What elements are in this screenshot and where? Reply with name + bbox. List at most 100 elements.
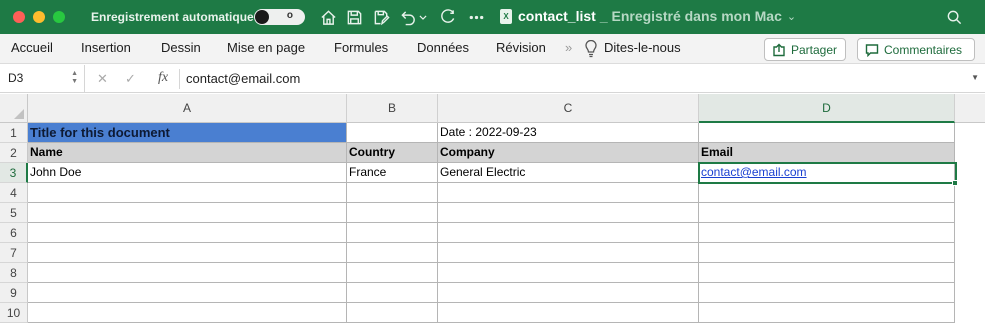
cancel-icon[interactable]: ✕ <box>97 71 108 87</box>
tab-formules[interactable]: Formules <box>334 40 388 55</box>
undo-dropdown-icon[interactable] <box>416 7 430 27</box>
row-header-9[interactable]: 9 <box>0 283 28 303</box>
column-header-e[interactable] <box>955 94 985 123</box>
cell-b8[interactable] <box>347 263 438 283</box>
cell-d6[interactable] <box>699 223 955 243</box>
cell-a4[interactable] <box>28 183 347 203</box>
tab-revision[interactable]: Révision <box>496 40 546 55</box>
close-window-button[interactable] <box>13 11 25 23</box>
tab-donnees[interactable]: Données <box>417 40 469 55</box>
cell-d7[interactable] <box>699 243 955 263</box>
row-header-2[interactable]: 2 <box>0 143 28 163</box>
formula-divider <box>179 69 180 89</box>
cell-a7[interactable] <box>28 243 347 263</box>
minimize-window-button[interactable] <box>33 11 45 23</box>
row-header-3[interactable]: 3 <box>0 163 28 183</box>
row-header-4[interactable]: 4 <box>0 183 28 203</box>
row-header-8[interactable]: 8 <box>0 263 28 283</box>
autosave-toggle[interactable]: o <box>254 9 305 25</box>
cell-a1[interactable]: Title for this document <box>28 123 347 143</box>
cell-b7[interactable] <box>347 243 438 263</box>
tab-accueil[interactable]: Accueil <box>11 40 53 55</box>
cell-c4[interactable] <box>438 183 699 203</box>
tell-me-search[interactable]: Dites-le-nous <box>604 40 681 55</box>
save-as-icon[interactable] <box>371 7 391 27</box>
excel-file-icon: X <box>500 8 512 24</box>
cell-b4[interactable] <box>347 183 438 203</box>
cell-a2[interactable]: Name <box>28 143 347 163</box>
cell-b10[interactable] <box>347 303 438 323</box>
cell-c10[interactable] <box>438 303 699 323</box>
cell-c5[interactable] <box>438 203 699 223</box>
cell-c6[interactable] <box>438 223 699 243</box>
tab-dessin[interactable]: Dessin <box>161 40 201 55</box>
confirm-icon[interactable]: ✓ <box>125 71 136 87</box>
column-header-b[interactable]: B <box>347 94 438 123</box>
row-header-6[interactable]: 6 <box>0 223 28 243</box>
cell-d8[interactable] <box>699 263 955 283</box>
column-header-a[interactable]: A <box>28 94 347 123</box>
cell-c2[interactable]: Company <box>438 143 699 163</box>
cell-a9[interactable] <box>28 283 347 303</box>
cell-d9[interactable] <box>699 283 955 303</box>
cell-d10[interactable] <box>699 303 955 323</box>
cell-c8[interactable] <box>438 263 699 283</box>
title-bar: Enregistrement automatique o X contact_l… <box>0 0 985 34</box>
cell-a5[interactable] <box>28 203 347 223</box>
cell-b2[interactable]: Country <box>347 143 438 163</box>
cell-c7[interactable] <box>438 243 699 263</box>
row-header-10[interactable]: 10 <box>0 303 28 323</box>
cell-d4[interactable] <box>699 183 955 203</box>
more-tabs-icon[interactable]: » <box>565 40 572 55</box>
spreadsheet-grid: A B C D 1 2 3 4 5 6 7 8 9 10 Title for t… <box>0 94 985 325</box>
cell-d2[interactable]: Email <box>699 143 955 163</box>
tab-insertion[interactable]: Insertion <box>81 40 131 55</box>
zoom-window-button[interactable] <box>53 11 65 23</box>
cell-a8[interactable] <box>28 263 347 283</box>
cell-c9[interactable] <box>438 283 699 303</box>
name-box-stepper-icon[interactable]: ▲ ▼ <box>71 70 78 86</box>
search-icon[interactable] <box>944 7 964 27</box>
redo-icon[interactable] <box>437 7 457 27</box>
cell-d1[interactable] <box>699 123 955 143</box>
toggle-knob <box>255 10 269 24</box>
undo-icon[interactable] <box>398 7 418 27</box>
insert-function-icon[interactable]: fx <box>158 70 168 86</box>
home-icon[interactable] <box>318 7 338 27</box>
ribbon-tabs: Accueil Insertion Dessin Mise en page Fo… <box>0 34 985 64</box>
expand-formula-bar-icon[interactable]: ▼ <box>971 73 979 82</box>
cell-b9[interactable] <box>347 283 438 303</box>
autosave-state: o <box>286 10 293 21</box>
share-button[interactable]: Partager <box>764 38 846 61</box>
cell-a3[interactable]: John Doe <box>28 163 347 183</box>
cell-c3[interactable]: General Electric <box>438 163 699 183</box>
document-title[interactable]: X contact_list _ Enregistré dans mon Mac… <box>500 8 796 24</box>
cell-a6[interactable] <box>28 223 347 243</box>
cell-b5[interactable] <box>347 203 438 223</box>
cell-b3[interactable]: France <box>347 163 438 183</box>
fill-handle[interactable] <box>952 180 958 186</box>
cell-a10[interactable] <box>28 303 347 323</box>
cell-d3[interactable]: contact@email.com <box>699 163 955 183</box>
column-header-d[interactable]: D <box>699 94 955 123</box>
comments-button[interactable]: Commentaires <box>857 38 975 61</box>
save-icon[interactable] <box>344 7 364 27</box>
cell-b6[interactable] <box>347 223 438 243</box>
tab-mise-en-page[interactable]: Mise en page <box>227 40 305 55</box>
cell-d5[interactable] <box>699 203 955 223</box>
formula-input[interactable]: contact@email.com <box>186 71 300 86</box>
cell-b1[interactable] <box>347 123 438 143</box>
autosave-label: Enregistrement automatique <box>91 10 254 24</box>
column-header-c[interactable]: C <box>438 94 699 123</box>
share-icon <box>772 43 786 57</box>
row-header-1[interactable]: 1 <box>0 123 28 143</box>
row-header-5[interactable]: 5 <box>0 203 28 223</box>
more-icon[interactable] <box>466 7 486 27</box>
share-label: Partager <box>791 42 838 57</box>
select-all-button[interactable] <box>0 94 28 123</box>
cell-c1[interactable]: Date : 2022-09-23 <box>438 123 699 143</box>
name-box[interactable]: D3 ▲ ▼ <box>0 65 85 93</box>
row-header-7[interactable]: 7 <box>0 243 28 263</box>
document-status: _ Enregistré dans mon Mac <box>599 8 782 24</box>
chevron-down-icon: ⌄ <box>786 10 797 23</box>
